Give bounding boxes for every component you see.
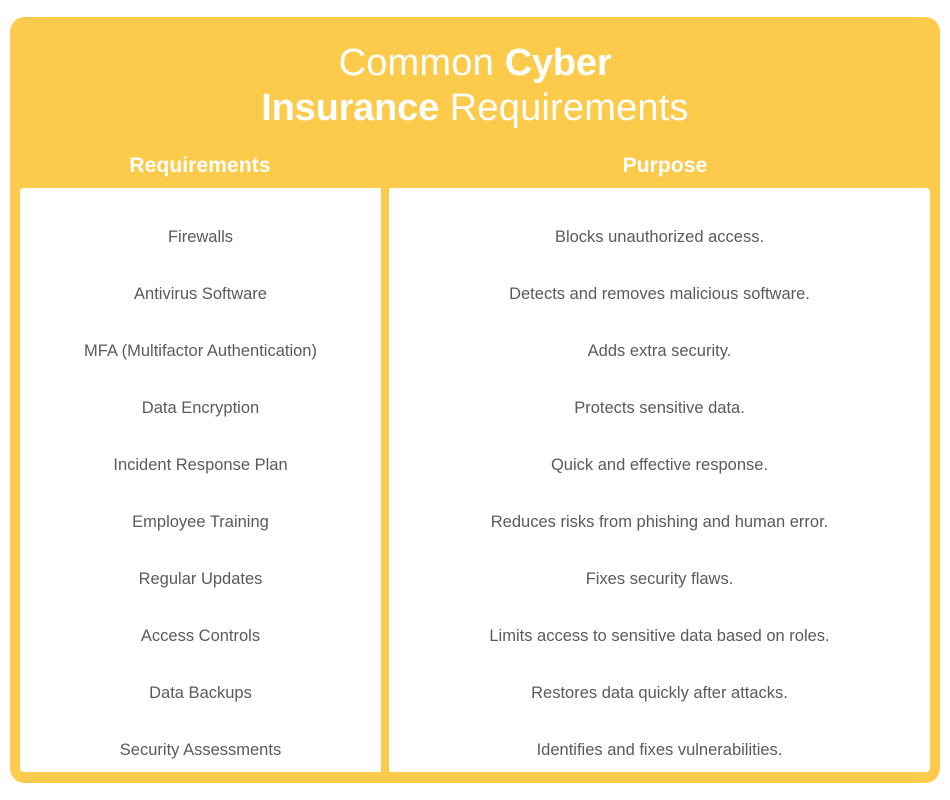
table-row: Antivirus Software — [134, 285, 267, 303]
table-row: Data Backups — [149, 684, 252, 702]
column-header-purpose: Purpose — [622, 154, 708, 177]
title-strong-insurance: Insurance — [261, 87, 439, 129]
table-row: Employee Training — [132, 513, 269, 531]
table-row: Identifies and fixes vulnerabilities. — [536, 741, 783, 759]
title-strong-cyber: Cyber — [504, 42, 612, 84]
table-row: Quick and effective response. — [550, 456, 769, 474]
table-row: Firewalls — [167, 228, 234, 246]
table-row: MFA (Multifactor Authentication) — [84, 342, 317, 360]
title-line-1: Common Cyber — [339, 42, 612, 84]
page-title: Common Cyber Insurance Requirements — [10, 41, 940, 131]
table-row: Fixes security flaws. — [585, 570, 734, 588]
table-row: Detects and removes malicious software. — [509, 285, 810, 303]
table-row: Adds extra security. — [587, 342, 732, 360]
column-header-requirements: Requirements — [129, 154, 271, 177]
table-row: Regular Updates — [138, 570, 263, 588]
title-line-2: Insurance Requirements — [261, 87, 688, 129]
table-row: Protects sensitive data. — [574, 399, 745, 417]
purpose-column: Blocks unauthorized access. Detects and … — [389, 188, 930, 772]
table-row: Data Encryption — [141, 399, 260, 417]
requirements-column: Firewalls Antivirus Software MFA (Multif… — [20, 188, 381, 772]
table-row: Incident Response Plan — [113, 456, 288, 474]
column-divider — [381, 188, 389, 772]
table-row: Limits access to sensitive data based on… — [489, 627, 830, 645]
title-plain-requirements: Requirements — [439, 87, 689, 129]
table-row: Reduces risks from phishing and human er… — [490, 513, 829, 531]
infographic-canvas: Common Cyber Insurance Requirements Requ… — [0, 0, 950, 800]
table-row: Blocks unauthorized access. — [554, 228, 765, 246]
requirements-table: Firewalls Antivirus Software MFA (Multif… — [20, 188, 930, 772]
table-row: Security Assessments — [119, 741, 282, 759]
column-headers: Requirements Purpose — [10, 152, 940, 180]
table-row: Restores data quickly after attacks. — [531, 684, 788, 702]
title-plain-common: Common — [338, 42, 505, 84]
table-row: Access Controls — [140, 627, 261, 645]
card-header: Common Cyber Insurance Requirements Requ… — [10, 17, 940, 188]
